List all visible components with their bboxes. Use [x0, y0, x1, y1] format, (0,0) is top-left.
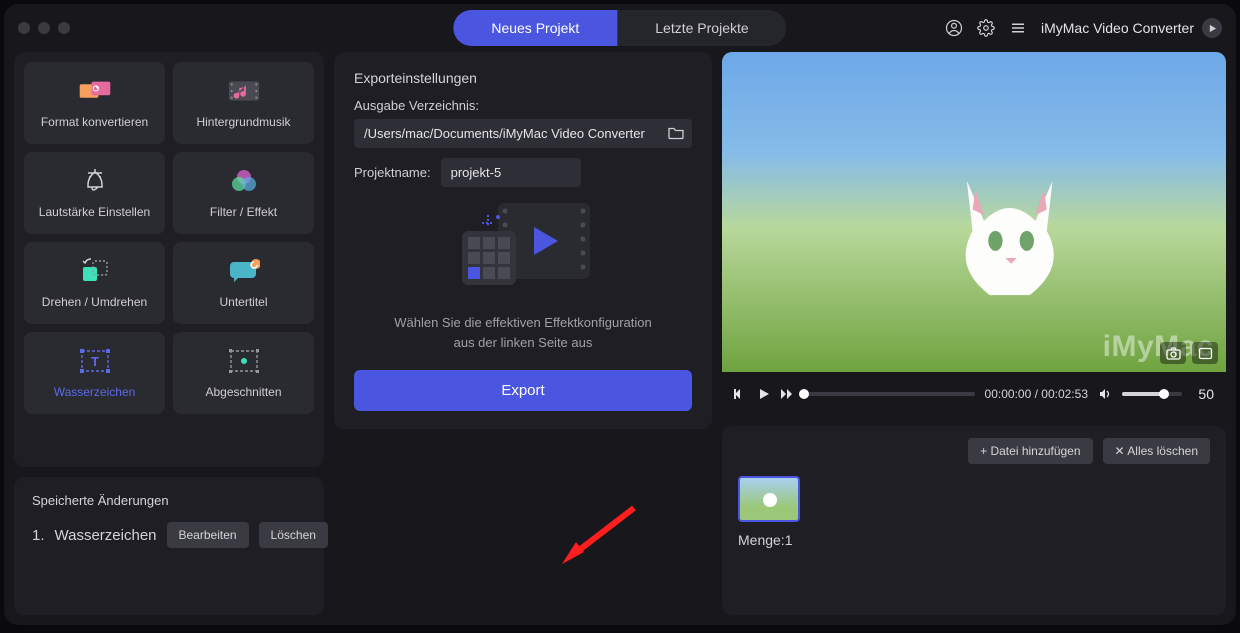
add-file-button[interactable]: + Datei hinzufügen [968, 438, 1092, 464]
tool-format-convert[interactable]: Format konvertieren [24, 62, 165, 144]
rotate-flip-icon [78, 257, 112, 285]
format-convert-icon [78, 77, 112, 105]
maximize-dot[interactable] [58, 22, 70, 34]
tool-crop[interactable]: Abgeschnitten [173, 332, 314, 414]
minimize-dot[interactable] [38, 22, 50, 34]
browse-folder-icon[interactable] [668, 125, 684, 142]
preview-panel: iMyMac 00:00:00 / 00:02: [722, 52, 1226, 416]
tool-rotate-flip[interactable]: Drehen / Umdrehen [24, 242, 165, 324]
export-settings-panel: Exporteinstellungen Ausgabe Verzeichnis:… [334, 52, 712, 429]
change-row: 1. Wasserzeichen Bearbeiten Löschen [32, 522, 306, 548]
export-button[interactable]: Export [354, 370, 692, 411]
window-controls [18, 22, 70, 34]
tab-new-project[interactable]: Neues Projekt [453, 10, 617, 46]
delete-change-button[interactable]: Löschen [259, 522, 328, 548]
output-dir-label: Ausgabe Verzeichnis: [354, 98, 692, 113]
snapshot-button[interactable] [1160, 342, 1186, 364]
tool-watermark[interactable]: T Wasserzeichen [24, 332, 165, 414]
next-button[interactable] [780, 388, 794, 400]
play-button[interactable] [758, 388, 770, 400]
volume-icon[interactable] [1098, 387, 1112, 401]
crop-icon [227, 347, 261, 375]
app-title: iMyMac Video Converter [1041, 18, 1222, 38]
tab-recent-projects[interactable]: Letzte Projekte [617, 10, 786, 46]
project-name-label: Projektname: [354, 165, 431, 180]
prev-button[interactable] [734, 388, 748, 400]
volume-icon [78, 167, 112, 195]
output-dir-field[interactable]: /Users/mac/Documents/iMyMac Video Conver… [354, 119, 692, 148]
volume-slider[interactable] [1122, 392, 1182, 396]
export-settings-title: Exporteinstellungen [354, 70, 692, 86]
menu-icon[interactable] [1009, 19, 1027, 37]
watermark-icon: T [78, 347, 112, 375]
titlebar: Neues Projekt Letzte Projekte iMyMac Vid… [4, 4, 1236, 52]
clear-all-button[interactable]: ✕ Alles löschen [1103, 438, 1210, 464]
queue-thumbnail[interactable] [738, 476, 800, 522]
app-logo-icon [1202, 18, 1222, 38]
export-hint: Wählen Sie die effektiven Effektkonfigur… [394, 313, 652, 352]
fullscreen-button[interactable] [1192, 342, 1218, 364]
tool-subtitle[interactable]: Untertitel [173, 242, 314, 324]
account-icon[interactable] [945, 19, 963, 37]
queue-count: Menge:1 [738, 532, 1210, 548]
subtitle-icon [227, 257, 261, 285]
tool-panel: Format konvertieren Hintergrundmusik Lau… [14, 52, 324, 467]
tool-background-music[interactable]: Hintergrundmusik [173, 62, 314, 144]
time-display: 00:00:00 / 00:02:53 [985, 387, 1088, 401]
top-tabs: Neues Projekt Letzte Projekte [453, 10, 786, 46]
video-preview[interactable]: iMyMac [722, 52, 1226, 372]
project-name-input[interactable] [441, 158, 581, 187]
settings-icon[interactable] [977, 19, 995, 37]
player-controls: 00:00:00 / 00:02:53 50 [722, 372, 1226, 416]
saved-changes-title: Speicherte Änderungen [32, 493, 306, 508]
close-dot[interactable] [18, 22, 30, 34]
preview-content-icon [924, 142, 1095, 334]
svg-text:T: T [91, 354, 99, 369]
queue-panel: + Datei hinzufügen ✕ Alles löschen Menge… [722, 426, 1226, 615]
filter-effect-icon [227, 167, 261, 195]
export-illustration [448, 195, 598, 295]
tool-filter-effect[interactable]: Filter / Effekt [173, 152, 314, 234]
tool-volume[interactable]: Lautstärke Einstellen [24, 152, 165, 234]
saved-changes-panel: Speicherte Änderungen 1. Wasserzeichen B… [14, 477, 324, 615]
volume-value: 50 [1192, 386, 1214, 402]
edit-change-button[interactable]: Bearbeiten [167, 522, 249, 548]
annotation-arrow [554, 502, 644, 572]
background-music-icon [227, 77, 261, 105]
seek-bar[interactable] [804, 392, 975, 396]
